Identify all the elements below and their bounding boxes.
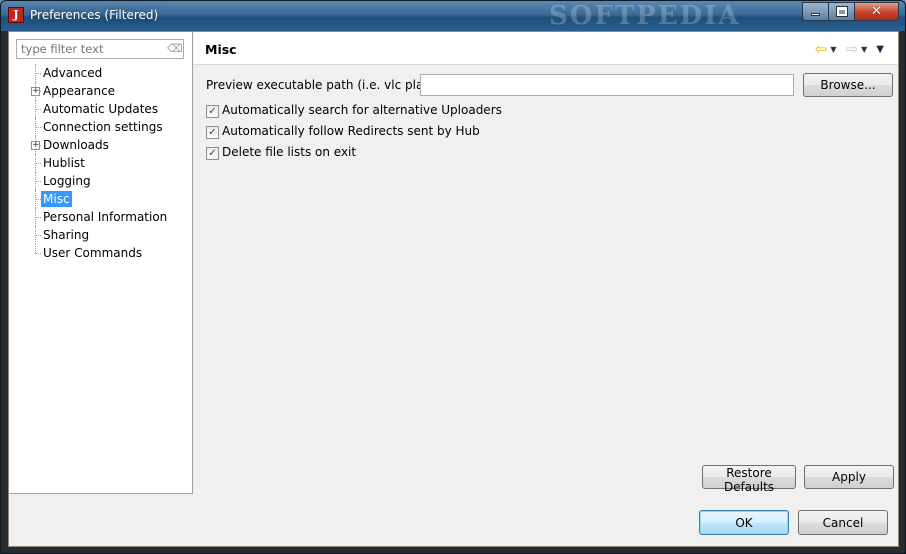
forward-history-dropdown-icon[interactable]: ▼ (861, 45, 867, 54)
preview-path-row: Preview executable path (i.e. vlc player… (206, 73, 896, 97)
tree-item-sharing[interactable]: Sharing (15, 226, 190, 244)
preview-path-input[interactable] (420, 74, 794, 96)
minimize-button[interactable] (802, 2, 829, 21)
title-bar[interactable]: J Preferences (Filtered) SOFTPEDIA ✕ (1, 1, 905, 31)
back-history-dropdown-icon[interactable]: ▼ (830, 45, 836, 54)
tree-guide-line (35, 244, 36, 253)
clear-filter-icon[interactable]: ⌫ (167, 42, 183, 55)
option-row[interactable]: ✓ Automatically search for alternative Up… (206, 100, 502, 121)
tree-item-label: Advanced (43, 66, 103, 80)
close-button[interactable]: ✕ (855, 2, 899, 21)
restore-defaults-button[interactable]: Restore Defaults (702, 465, 796, 494)
window-title: Preferences (Filtered) (30, 8, 159, 22)
tree-item-label: Sharing (43, 228, 90, 242)
option-checkbox[interactable]: ✓ (206, 105, 219, 118)
tree-item-hublist[interactable]: Hublist (15, 154, 190, 172)
option-checkbox[interactable]: ✓ (206, 126, 219, 139)
forward-arrow-icon[interactable]: ⇨ (846, 42, 859, 57)
preferences-window: J Preferences (Filtered) SOFTPEDIA ✕ ⌫ A… (0, 0, 906, 554)
tree-item-logging[interactable]: Logging (15, 172, 190, 190)
tree-item-personal-information[interactable]: Personal Information (15, 208, 190, 226)
tree-item-connection-settings[interactable]: Connection settings (15, 118, 190, 136)
option-row[interactable]: ✓ Automatically follow Redirects sent by … (206, 121, 502, 142)
dialog-client: ⌫ Advanced+AppearanceAutomatic UpdatesCo… (8, 31, 899, 547)
option-row[interactable]: ✓ Delete file lists on exit (206, 142, 502, 163)
tree-item-label: Downloads (43, 138, 109, 152)
apply-button[interactable]: Apply (804, 465, 894, 489)
cancel-button[interactable]: Cancel (798, 510, 888, 535)
tree-guide-line (35, 181, 41, 182)
tree-item-label: Logging (43, 174, 91, 188)
tree-guide-line (35, 217, 41, 218)
tree-item-label: Personal Information (43, 210, 168, 224)
option-label: Automatically follow Redirects sent by H… (222, 124, 480, 138)
option-label: Delete file lists on exit (222, 145, 357, 159)
misc-form: Preview executable path (i.e. vlc player… (206, 73, 896, 160)
tree-item-downloads[interactable]: + Downloads (15, 136, 190, 154)
tree-item-misc[interactable]: Misc (15, 190, 190, 208)
tree-item-user-commands[interactable]: User Commands (15, 244, 190, 262)
page-title: Misc (205, 42, 237, 57)
preview-path-label: Preview executable path (i.e. vlc player… (206, 78, 448, 92)
maximize-button[interactable] (829, 2, 855, 21)
tree-item-advanced[interactable]: Advanced (15, 64, 190, 82)
tree-item-appearance[interactable]: + Appearance (15, 82, 190, 100)
tree-item-label: Connection settings (43, 120, 163, 134)
page-header: Misc ⇦ ▼ ⇨ ▼ ▼ (194, 32, 898, 65)
minimize-icon (811, 13, 820, 16)
preference-tree-pane: ⌫ Advanced+AppearanceAutomatic UpdatesCo… (9, 32, 193, 494)
browse-button[interactable]: Browse... (803, 73, 893, 97)
preference-tree: Advanced + Appearance Automatic Updates Conn… (15, 64, 190, 262)
option-checkbox[interactable]: ✓ (206, 147, 219, 160)
close-icon: ✕ (871, 4, 882, 19)
tree-item-label: Appearance (43, 84, 116, 98)
tree-guide-line (35, 235, 41, 236)
maximize-icon (835, 6, 848, 17)
ok-button[interactable]: OK (699, 510, 789, 535)
preference-page: Misc ⇦ ▼ ⇨ ▼ ▼ Preview executable path (… (194, 32, 898, 494)
tree-guide-line (35, 73, 41, 74)
tree-guide-line (35, 127, 41, 128)
options-list: ✓ Automatically search for alternative Up… (206, 100, 502, 163)
view-menu-icon[interactable]: ▼ (876, 44, 884, 55)
tree-item-automatic-updates[interactable]: Automatic Updates (15, 100, 190, 118)
option-label: Automatically search for alternative Upl… (222, 103, 502, 117)
filter-box[interactable]: ⌫ (16, 39, 184, 59)
tree-item-label: Misc (41, 191, 72, 207)
tree-guide-line (35, 109, 41, 110)
filter-input[interactable] (17, 40, 157, 58)
tree-item-label: User Commands (43, 246, 143, 260)
app-icon: J (8, 7, 24, 23)
page-navigation: ⇦ ▼ ⇨ ▼ ▼ (815, 42, 890, 57)
tree-guide-line (35, 253, 41, 254)
tree-item-label: Automatic Updates (43, 102, 159, 116)
tree-guide-line (35, 163, 41, 164)
expand-icon[interactable]: + (31, 87, 40, 96)
expand-icon[interactable]: + (31, 141, 40, 150)
back-arrow-icon[interactable]: ⇦ (815, 42, 828, 57)
tree-guide-line (35, 199, 41, 200)
window-controls: ✕ (802, 2, 899, 21)
watermark: SOFTPEDIA (549, 1, 741, 31)
tree-item-label: Hublist (43, 156, 85, 170)
